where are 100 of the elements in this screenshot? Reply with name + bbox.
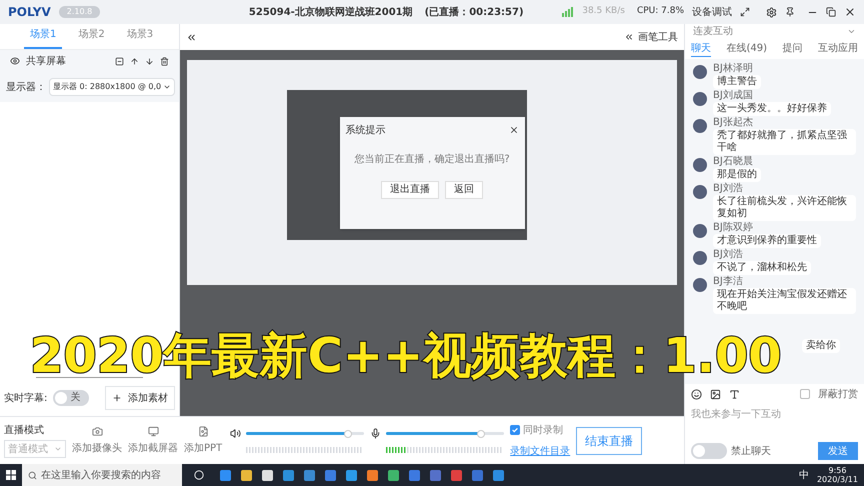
- user-avatar: [693, 251, 707, 265]
- microphone-icon[interactable]: [370, 428, 382, 439]
- checkbox-label: 同时录制: [523, 424, 564, 438]
- dialog-title: 系统提示: [346, 124, 386, 138]
- chat-message: 卖给你: [802, 339, 840, 353]
- taskbar-app-icon[interactable]: [241, 470, 252, 480]
- speaker-icon[interactable]: [230, 428, 242, 439]
- end-live-button[interactable]: 结束直播: [576, 426, 642, 454]
- dialog-button[interactable]: 返回: [445, 180, 483, 198]
- remove-icon[interactable]: [115, 56, 124, 66]
- close-icon[interactable]: [844, 6, 856, 18]
- toggle-label: 禁止聊天: [731, 444, 771, 458]
- user-name: BJ李洁: [713, 276, 743, 288]
- device-test-link[interactable]: 设备调试: [692, 4, 732, 20]
- delete-icon[interactable]: [160, 56, 169, 66]
- microphone-volume-slider[interactable]: [386, 430, 504, 438]
- chevron-down-icon: [163, 83, 172, 91]
- scene-tab[interactable]: 场景3: [120, 27, 160, 49]
- user-avatar: [693, 278, 707, 292]
- clock-time: 9:56: [828, 466, 846, 475]
- chevron-down-icon: [847, 27, 856, 36]
- record-folder-link[interactable]: 录制文件目录: [510, 444, 570, 458]
- user-name: BJ刘成国: [713, 90, 753, 102]
- chat-tab[interactable]: 提问: [782, 41, 802, 57]
- toggle-switch[interactable]: 关: [53, 390, 89, 406]
- user-avatar: [693, 92, 707, 106]
- add-source-button[interactable]: 添加截屏器: [128, 426, 178, 456]
- checkbox[interactable]: [510, 425, 520, 435]
- logo: POLYV: [8, 4, 51, 21]
- chat-message: 长了往前梳头发，兴许还能恢复如初: [713, 195, 856, 221]
- scene-tab[interactable]: 场景2: [72, 27, 111, 49]
- chat-message: 现在开始关注淘宝假发还赠还不晚吧: [713, 288, 856, 314]
- font-icon[interactable]: [729, 388, 740, 400]
- search-icon: [28, 470, 37, 480]
- expand-icon[interactable]: [740, 7, 750, 17]
- taskbar-app-icon[interactable]: [388, 470, 399, 480]
- send-button[interactable]: 发送: [818, 442, 858, 460]
- user-name: BJ陈双婷: [713, 222, 753, 234]
- move-up-icon[interactable]: [130, 56, 139, 66]
- chat-message: 才意识到保养的重要性: [713, 234, 821, 248]
- dialog-message: 您当前正在直播，确定退出直播吗?: [353, 152, 511, 166]
- chat-message: 博主警告: [713, 75, 761, 89]
- user-avatar: [693, 158, 707, 172]
- windows-icon[interactable]: [6, 470, 16, 480]
- chat-tab[interactable]: 互动应用: [818, 41, 858, 57]
- restore-icon[interactable]: [826, 7, 836, 17]
- add-source-button[interactable]: 添加PPT: [184, 426, 222, 456]
- user-avatar: [693, 65, 707, 79]
- taskbar-search-field[interactable]: 在这里输入你要搜索的内容: [22, 464, 182, 486]
- chat-input[interactable]: 我也来参与一下互动: [691, 404, 858, 424]
- checkbox[interactable]: [800, 389, 810, 399]
- source-name: 共享屏幕: [26, 54, 67, 68]
- chat-tab[interactable]: 聊天: [691, 41, 711, 57]
- chat-message: 那是假的: [713, 168, 761, 182]
- user-avatar: [693, 119, 707, 133]
- user-name: BJ张起杰: [713, 117, 753, 129]
- document-icon: [198, 426, 209, 436]
- input-method: 中: [798, 468, 809, 482]
- checkbox-label: 屏蔽打赏: [818, 388, 858, 402]
- user-avatar: [693, 185, 707, 199]
- speaker-volume-slider[interactable]: [246, 430, 364, 438]
- network-speed: 38.5 KB/s: [582, 5, 625, 18]
- taskbar-app-icon[interactable]: [346, 470, 357, 480]
- close-icon[interactable]: [508, 125, 518, 135]
- chat-message: 秃了都好就撸了，抓紧点坚强干啥: [713, 129, 856, 155]
- chevron-down-icon: [54, 445, 62, 453]
- eye-icon[interactable]: [10, 56, 20, 66]
- user-avatar: [693, 224, 707, 238]
- image-icon[interactable]: [710, 388, 721, 400]
- add-material-button[interactable]: 添加素材: [105, 386, 175, 410]
- chat-tab[interactable]: 在线(49): [726, 41, 768, 57]
- cortana-icon[interactable]: [194, 470, 204, 480]
- double-chevron-icon: [624, 32, 634, 42]
- signal-icon: [562, 7, 574, 17]
- subtitle-label: 实时字幕:: [4, 392, 48, 406]
- settings-icon[interactable]: [766, 6, 777, 18]
- mode-label: 直播模式: [4, 424, 45, 438]
- pin-icon[interactable]: [785, 7, 795, 17]
- monitor-icon: [148, 426, 158, 436]
- cpu-usage: CPU: 7.8%: [636, 5, 684, 18]
- move-down-icon[interactable]: [145, 56, 154, 66]
- display-label: 显示器：: [6, 80, 46, 94]
- plus-icon: [112, 393, 122, 403]
- pen-tools-button[interactable]: 画笔工具: [624, 30, 678, 44]
- collapse-icon[interactable]: [186, 32, 197, 42]
- window-title: 525094-北京物联网逆战班2001期: [248, 5, 413, 20]
- taskbar-app-icon[interactable]: [262, 470, 273, 480]
- taskbar-app-icon[interactable]: [367, 470, 378, 480]
- user-name: BJ刘浩: [713, 249, 743, 261]
- clock-date: 2020/3/11: [816, 475, 858, 484]
- interaction-dropdown[interactable]: 连麦互动: [685, 24, 864, 39]
- dialog-button[interactable]: 退出直播: [381, 180, 439, 198]
- user-name: BJ刘浩: [713, 183, 743, 195]
- chat-message: 不说了，溜林和松先: [713, 261, 811, 275]
- display-dropdown[interactable]: 显示器 0: 2880x1800 @ 0,0: [49, 78, 176, 96]
- user-name: BJ石晓晨: [713, 156, 753, 168]
- chat-message: 这一头秀发。。好好保养: [713, 102, 831, 116]
- add-source-button[interactable]: 添加摄像头: [72, 426, 122, 456]
- toggle-switch[interactable]: [691, 443, 727, 459]
- emoji-icon[interactable]: [691, 388, 702, 400]
